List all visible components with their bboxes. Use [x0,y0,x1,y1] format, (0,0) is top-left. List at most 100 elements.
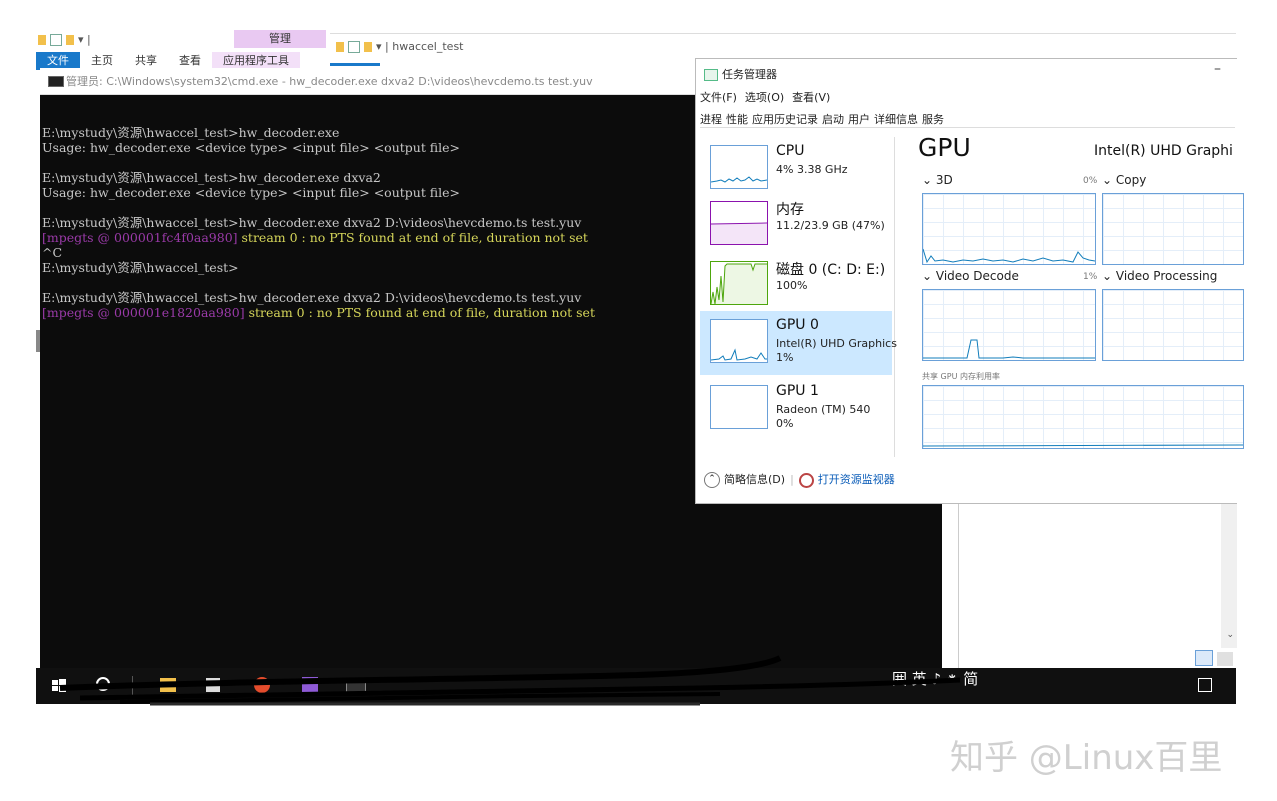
ribbon-manage-tab[interactable]: 管理 [234,30,326,48]
explorer-titlebar: ▾ | hwaccel_test [336,40,464,53]
tab-services[interactable]: 服务 [922,111,944,127]
console-line-text: E:\mystudy\资源\hwaccel_test>hw_decoder.ex… [42,170,381,185]
console-line: E:\mystudy\资源\hwaccel_test> [42,260,595,275]
tab-performance[interactable]: 性能 [726,111,748,127]
less-details-link[interactable]: 简略信息(D) [724,473,785,486]
scrollbar[interactable] [1221,500,1237,648]
perf-sidebar: CPU 4% 3.38 GHz 内存 11.2/23.9 GB (47%) 磁盘… [696,137,897,457]
console-line: E:\mystudy\资源\hwaccel_test>hw_decoder.ex… [42,215,595,230]
sidebar-sub: 4% 3.38 GHz [776,163,848,176]
console-line: Usage: hw_decoder.exe <device type> <inp… [42,140,595,155]
console-line: E:\mystudy\资源\hwaccel_test>hw_decoder.ex… [42,290,595,305]
explorer-title: | hwaccel_test [385,40,464,53]
tm-footer: ⌃ 简略信息(D) | 打开资源监视器 [704,471,895,488]
folder-icon [38,35,46,45]
engine-dropdown-video-processing[interactable]: ⌄ Video Processing [1102,269,1217,283]
sidebar-name: 内存 [776,202,804,218]
panel-heading: GPU [918,133,971,162]
checkbox-icon [50,34,62,46]
console-line: [mpegts @ 000001fc4f0aa980] stream 0 : n… [42,230,595,245]
graph-video-decode [922,289,1096,361]
cmd-title: 管理员: C:\Windows\system32\cmd.exe - hw_de… [66,75,593,88]
tab-processes[interactable]: 进程 [700,111,722,127]
sidebar-item-disk[interactable]: 磁盘 0 (C: D: E:) 100% [700,253,892,317]
console-line-text: E:\mystudy\资源\hwaccel_test> [42,260,239,275]
menu-options[interactable]: 选项(O) [745,91,784,104]
folder-icon [364,42,372,52]
tm-tabs: 进程 性能 应用历史记录 启动 用户 详细信息 服务 [700,111,1235,128]
sidebar-item-gpu1[interactable]: GPU 1 Radeon (TM) 540 0% [700,377,892,441]
memory-thumbnail-graph [710,201,768,245]
menu-file[interactable]: 文件(F) [700,91,737,104]
console-line-text: stream 0 : no PTS found at end of file, … [248,305,595,320]
explorer-window-back: ▾ | 管理 文件 主页 共享 查看 应用程序工具 [36,30,336,70]
checkbox-icon [348,41,360,53]
resource-monitor-link[interactable]: 打开资源监视器 [818,473,895,486]
console-line: [mpegts @ 000001e1820aa980] stream 0 : n… [42,305,595,320]
cpu-thumbnail-graph [710,145,768,189]
sidebar-sub: Intel(R) UHD Graphics 1% [776,337,897,365]
gpu1-thumbnail-graph [710,385,768,429]
dropdown-icon[interactable]: ▾ | [78,33,91,46]
sidebar-name: CPU [776,143,805,159]
folder-icon [66,35,74,45]
dropdown-icon[interactable]: ▾ [376,40,385,53]
watermark: 知乎 @Linux百里 [950,738,1223,778]
disk-thumbnail-graph [710,261,768,305]
shared-memory-label: 共享 GPU 内存利用率 [922,372,1000,381]
tab-details[interactable]: 详细信息 [874,111,918,127]
engine-dropdown-copy[interactable]: ⌄ Copy [1102,173,1146,187]
tm-title: 任务管理器 [722,68,777,81]
gpu-model-name: Intel(R) UHD Graphi [1094,143,1233,159]
tab-app-history[interactable]: 应用历史记录 [752,111,818,127]
ribbon-active-indicator [330,63,380,66]
menu-view[interactable]: 查看(V) [792,91,830,104]
scroll-down-icon[interactable]: ⌄ [1226,630,1234,640]
console-line-prefix: [mpegts @ 000001e1820aa980] [42,305,249,320]
console-line-text: E:\mystudy\资源\hwaccel_test>hw_decoder.ex… [42,290,582,305]
gpu-panel: GPU Intel(R) UHD Graphi ⌄ 3D 0% ⌄ Copy ⌄… [918,133,1244,453]
task-manager-window[interactable]: 任务管理器 – 文件(F) 选项(O) 查看(V) 进程 性能 应用历史记录 启动 用户 详细… [695,58,1244,504]
tab-startup[interactable]: 启动 [822,111,844,127]
quick-access-toolbar: ▾ | [38,33,91,46]
gpu0-usage: 1% [776,351,794,364]
engine-pct-video-decode: 1% [1083,272,1098,282]
console-line: Usage: hw_decoder.exe <device type> <inp… [42,185,595,200]
footer-separator: | [790,473,794,486]
console-line: E:\mystudy\资源\hwaccel_test>hw_decoder.ex… [42,125,595,140]
sidebar-item-memory[interactable]: 内存 11.2/23.9 GB (47%) [700,193,892,257]
sidebar-item-gpu0[interactable]: GPU 0 Intel(R) UHD Graphics 1% [700,311,897,375]
engine-dropdown-3d[interactable]: ⌄ 3D [922,173,953,187]
console-line-text: ^C [42,245,63,260]
console-line-text: stream 0 : no PTS found at end of file, … [241,230,588,245]
gpu0-thumbnail-graph [710,319,768,363]
console-line: ^C [42,245,595,260]
tab-users[interactable]: 用户 [848,111,870,127]
sidebar-name: 磁盘 0 (C: D: E:) [776,262,886,278]
graph-shared-memory [922,385,1244,449]
minimize-button[interactable]: – [1214,61,1221,77]
engine-dropdown-video-decode[interactable]: ⌄ Video Decode [922,269,1019,283]
graph-copy [1102,193,1244,265]
console-line-text: E:\mystudy\资源\hwaccel_test>hw_decoder.ex… [42,215,582,230]
console-line-prefix: [mpegts @ 000001fc4f0aa980] [42,230,242,245]
console-line-text: Usage: hw_decoder.exe <device type> <inp… [42,185,461,200]
gpu1-model: Radeon (TM) 540 [776,403,871,416]
graph-video-processing [1102,289,1244,361]
console-icon [48,76,64,87]
resource-monitor-icon [798,472,814,488]
sidebar-item-cpu[interactable]: CPU 4% 3.38 GHz [700,137,892,201]
chevron-up-icon[interactable]: ⌃ [704,472,720,488]
sidebar-sub: Radeon (TM) 540 0% [776,403,870,431]
sidebar-sub: 11.2/23.9 GB (47%) [776,219,885,232]
tm-titlebar: 任务管理器 [704,66,777,82]
task-manager-icon [704,69,718,81]
console-output[interactable]: E:\mystudy\资源\hwaccel_test>hw_decoder.ex… [42,110,595,320]
folder-icon [336,42,344,52]
console-line-text: E:\mystudy\资源\hwaccel_test>hw_decoder.ex… [42,125,340,140]
console-line-text: Usage: hw_decoder.exe <device type> <inp… [42,140,461,155]
